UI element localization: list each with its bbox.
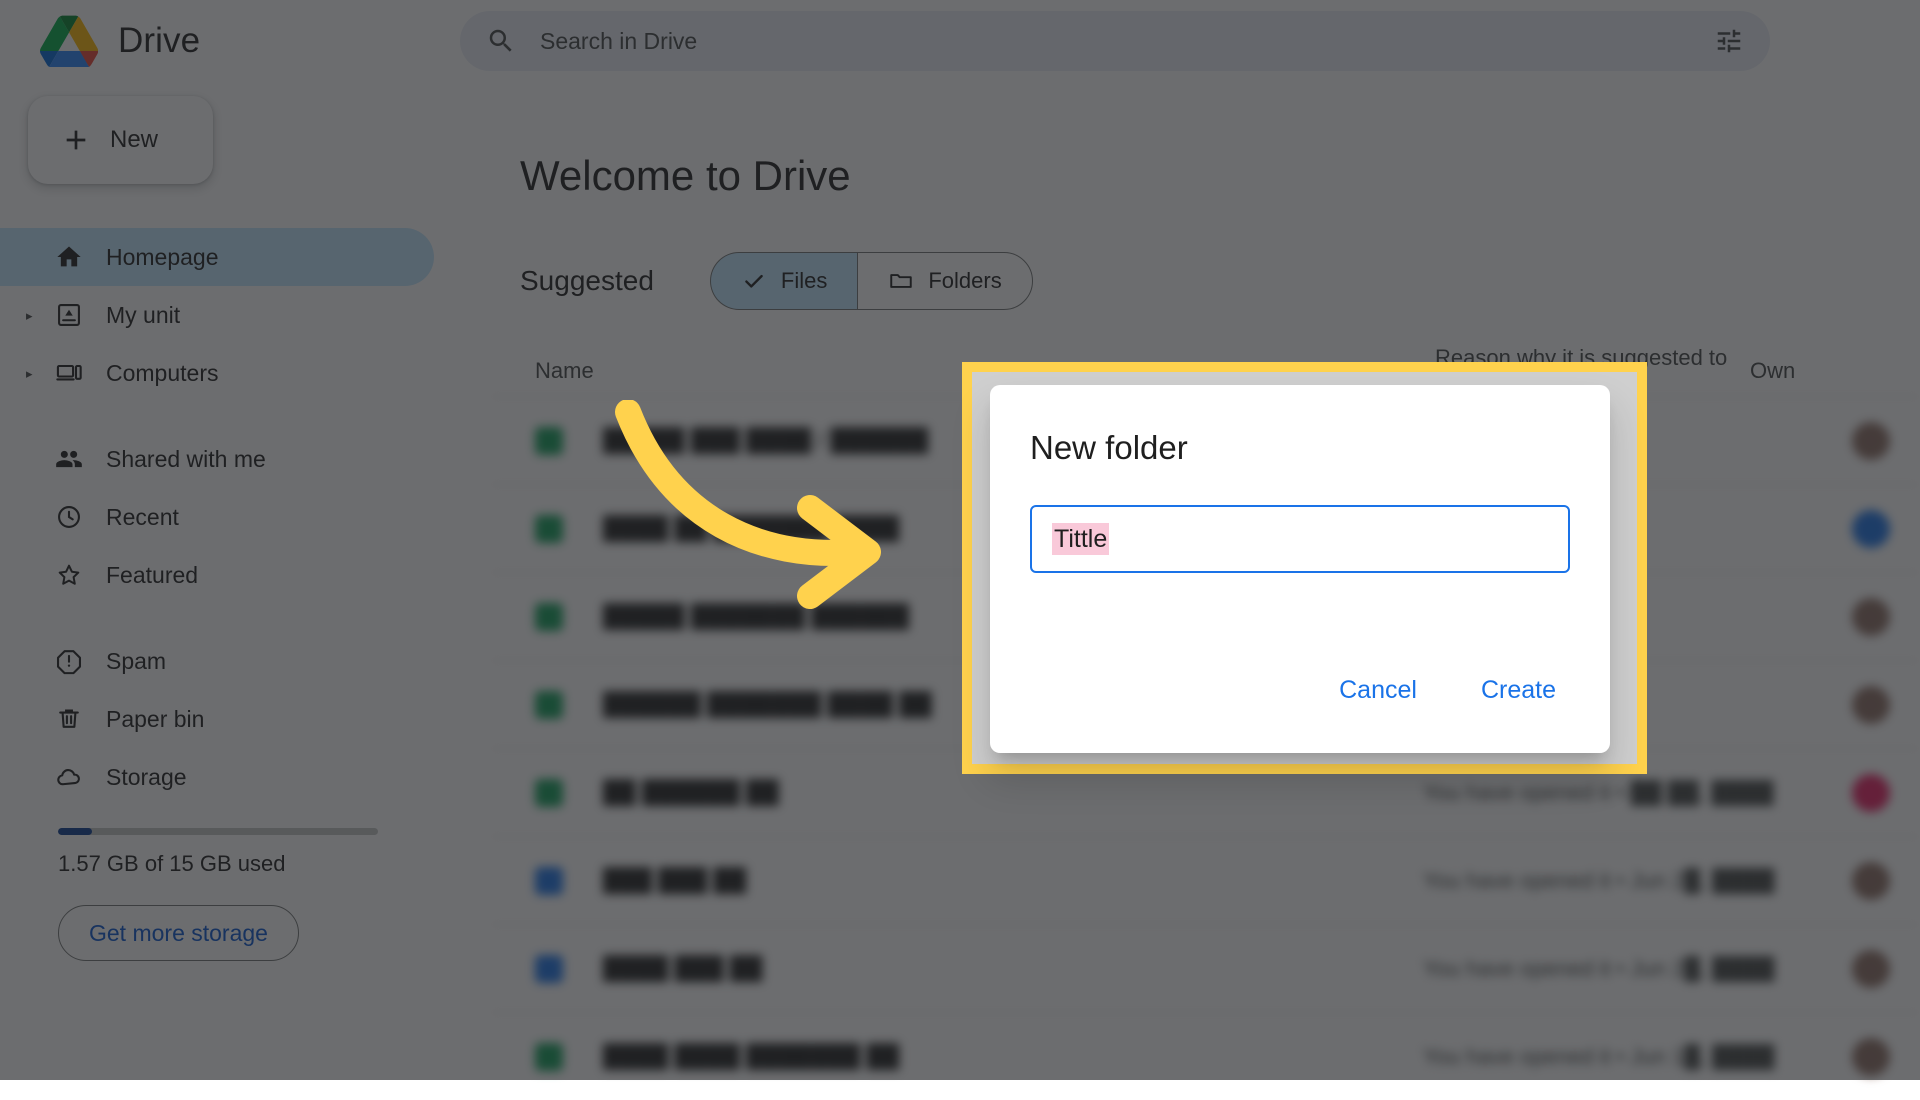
cancel-button[interactable]: Cancel — [1325, 666, 1431, 715]
folder-name-value: Tittle — [1052, 522, 1110, 556]
folder-name-input[interactable]: Tittle — [1030, 505, 1570, 573]
dialog-actions: Cancel Create — [1030, 666, 1570, 721]
new-folder-dialog: New folder Tittle Cancel Create — [990, 385, 1610, 753]
create-button[interactable]: Create — [1467, 666, 1570, 715]
dialog-title: New folder — [1030, 429, 1188, 466]
